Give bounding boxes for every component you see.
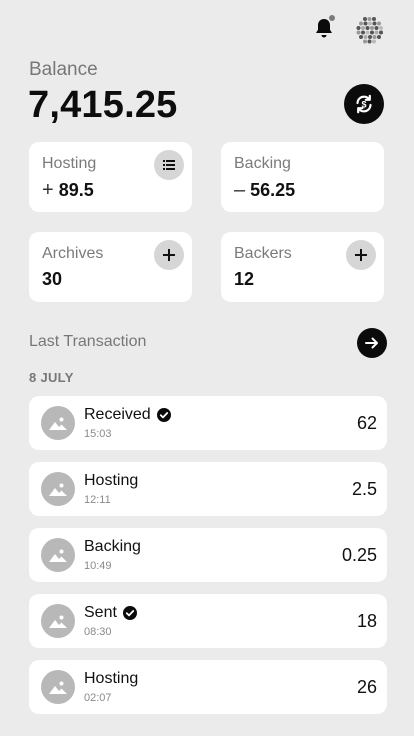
- transaction-time: 15:03: [84, 428, 112, 440]
- transaction-name: Received: [84, 406, 151, 423]
- backers-card-label: Backers: [234, 245, 292, 262]
- sync-button[interactable]: $: [344, 84, 384, 124]
- transaction-amount: 18: [356, 611, 377, 631]
- transaction-name: Sent: [84, 604, 117, 621]
- transaction-amount: 26: [356, 677, 377, 697]
- transaction-time: 02:07: [84, 692, 112, 704]
- backing-card-label: Backing: [234, 155, 291, 172]
- archives-card-value: 30: [42, 269, 63, 289]
- archives-card[interactable]: Archives 30: [29, 232, 192, 302]
- last-transaction-title: Last Transaction: [29, 333, 147, 350]
- notification-dot: [329, 15, 335, 21]
- image-placeholder-icon: [41, 670, 75, 704]
- transaction-amount: 0.25: [341, 545, 377, 565]
- image-placeholder-icon: [41, 472, 75, 506]
- transaction-time: 10:49: [84, 560, 112, 572]
- archives-card-label: Archives: [42, 245, 104, 262]
- image-placeholder-icon: [41, 406, 75, 440]
- date-group-header: 8 JULY: [29, 370, 74, 385]
- balance-label: Balance: [29, 59, 98, 80]
- verified-check-icon: [156, 408, 171, 422]
- transaction-time: 08:30: [84, 626, 112, 638]
- add-archive-button[interactable]: [154, 240, 184, 270]
- avatar[interactable]: [353, 14, 385, 46]
- hosting-list-button[interactable]: [154, 150, 184, 180]
- image-placeholder-icon: [41, 604, 75, 638]
- view-all-transactions-button[interactable]: [357, 328, 387, 358]
- transaction-amount: 2.5: [351, 479, 377, 499]
- transaction-amount: 62: [356, 413, 377, 433]
- transaction-name: Hosting: [84, 670, 139, 687]
- backing-card-value: – 56.25: [234, 179, 296, 201]
- list-icon: [163, 160, 175, 170]
- transaction-name: Hosting: [84, 472, 139, 489]
- balance-value: 7,415.25: [28, 84, 178, 126]
- transaction-row[interactable]: Sent 08:30 18: [29, 594, 387, 648]
- hosting-card[interactable]: Hosting + 89.5: [29, 142, 192, 212]
- hosting-card-value: + 89.5: [42, 179, 94, 201]
- sync-icon: $: [356, 94, 372, 114]
- backers-card[interactable]: Backers 12: [221, 232, 384, 302]
- backing-card[interactable]: Backing – 56.25: [221, 142, 384, 212]
- transaction-row[interactable]: Received 15:03 62: [29, 396, 387, 450]
- transaction-row[interactable]: Hosting 12:11 2.5: [29, 462, 387, 516]
- arrow-right-icon: [365, 337, 378, 349]
- transaction-row[interactable]: Backing 10:49 0.25: [29, 528, 387, 582]
- transaction-row[interactable]: Hosting 02:07 26: [29, 660, 387, 714]
- hosting-card-label: Hosting: [42, 155, 97, 172]
- svg-text:$: $: [361, 100, 366, 110]
- transaction-name: Backing: [84, 538, 141, 555]
- transaction-time: 12:11: [84, 494, 111, 506]
- plus-icon: [163, 249, 175, 261]
- image-placeholder-icon: [41, 538, 75, 572]
- add-backer-button[interactable]: [346, 240, 376, 270]
- verified-check-icon: [122, 606, 137, 620]
- plus-icon: [355, 249, 367, 261]
- backers-card-value: 12: [234, 269, 255, 289]
